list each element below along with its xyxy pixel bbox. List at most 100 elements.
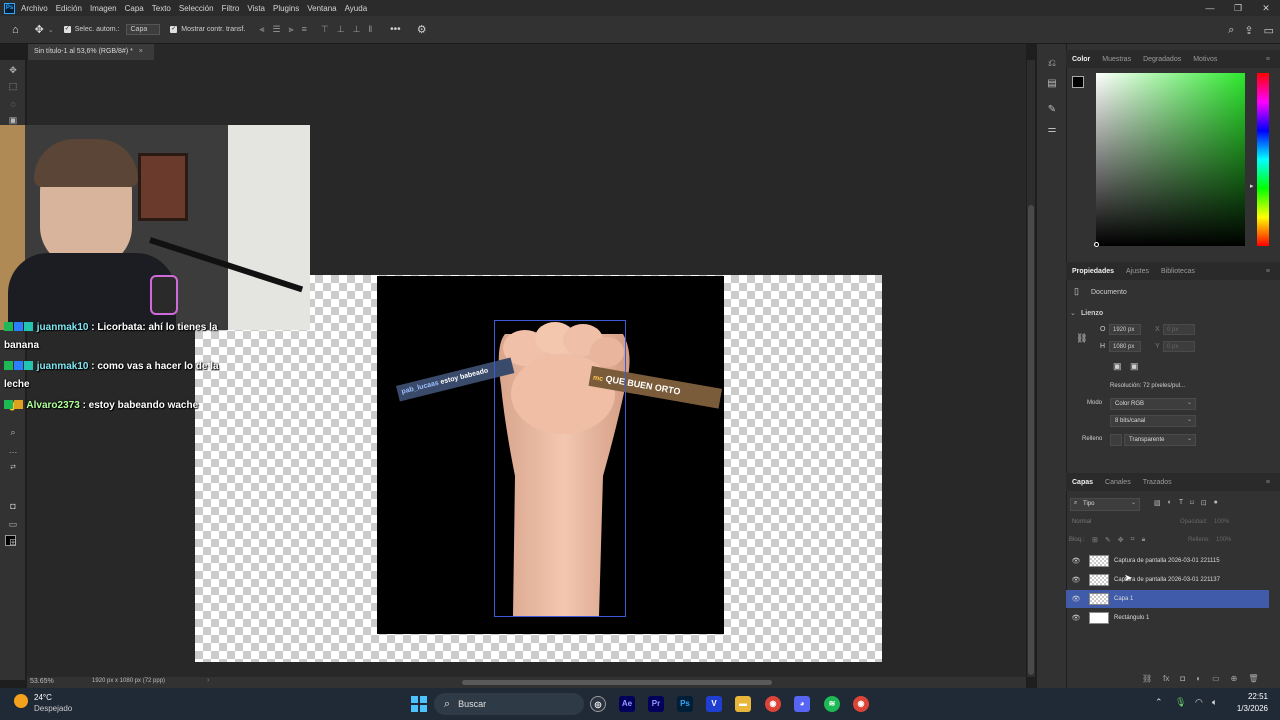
move-tool-icon[interactable]: ✥ — [35, 23, 44, 36]
tray-mic-icon[interactable]: 🎙︎ — [1175, 697, 1186, 708]
discord-icon[interactable]: ◕ — [794, 696, 810, 712]
auto-select-dropdown[interactable]: Capa — [125, 24, 161, 35]
spotify-icon[interactable]: ≋ — [824, 696, 840, 712]
tray-chevron-icon[interactable]: ⌃ — [1155, 697, 1163, 708]
tab-ajustes[interactable]: Ajustes — [1120, 268, 1155, 275]
move-tool-icon[interactable]: ✥ — [6, 64, 20, 76]
weather-condition[interactable]: Despejado — [34, 704, 72, 713]
visibility-eye-icon[interactable]: 👁︎ — [1071, 557, 1081, 565]
auto-select-checkbox[interactable]: ✓ Selec. autom.: — [63, 26, 120, 33]
weather-sun-icon[interactable] — [14, 694, 28, 708]
tab-bibliotecas[interactable]: Bibliotecas — [1155, 268, 1201, 275]
hue-slider[interactable] — [1257, 73, 1269, 246]
y-field[interactable]: 0 px — [1163, 341, 1195, 352]
clock-time[interactable]: 22:51 — [1234, 692, 1268, 701]
panel-menu-icon[interactable]: ≡ — [1260, 268, 1276, 275]
chrome-profile-icon[interactable]: ◉ — [853, 696, 869, 712]
screen-mode-icon[interactable]: ▭ — [6, 518, 20, 530]
filter-pixel-icon[interactable]: ▧ — [1154, 499, 1161, 507]
chrome-icon[interactable]: ◉ — [765, 696, 781, 712]
menu-vista[interactable]: Vista — [247, 4, 265, 13]
zoom-level[interactable]: 53.65% — [30, 678, 54, 685]
filter-toggle-icon[interactable]: ● — [1214, 499, 1218, 507]
search-icon[interactable]: ⌕ — [1228, 24, 1234, 37]
premiere-icon[interactable]: Pr — [648, 696, 664, 712]
adjustment-layer-icon[interactable]: ◐ — [1196, 674, 1201, 683]
layer-filter-select[interactable]: ⌕ Tipo — [1070, 498, 1140, 511]
after-effects-icon[interactable]: Ae — [619, 696, 635, 712]
link-layers-icon[interactable]: ⛓ — [1142, 674, 1152, 683]
menu-ayuda[interactable]: Ayuda — [345, 4, 368, 13]
minimize-button[interactable]: — — [1196, 0, 1224, 16]
visibility-eye-icon[interactable]: 👁︎ — [1071, 595, 1081, 603]
menu-imagen[interactable]: Imagen — [90, 4, 117, 13]
mode-select[interactable]: Color RGB — [1110, 398, 1196, 410]
wifi-icon[interactable]: ◠ — [1195, 697, 1203, 708]
color-picker-field[interactable] — [1096, 73, 1245, 246]
edit-toolbar-icon[interactable]: ⊞ — [6, 536, 20, 548]
align-center-icon[interactable]: ☰ — [273, 24, 281, 35]
tab-canales[interactable]: Canales — [1099, 479, 1137, 486]
distribute-icon[interactable]: ≡ — [302, 24, 307, 35]
share-icon[interactable]: ⇪ — [1244, 24, 1253, 37]
new-layer-icon[interactable]: ⊕ — [1231, 674, 1238, 683]
more-options-button[interactable]: ••• — [390, 24, 401, 35]
layer-row[interactable]: 👁︎ Rectángulo 1 — [1066, 609, 1269, 627]
vegas-icon[interactable]: V — [706, 696, 722, 712]
menu-ventana[interactable]: Ventana — [307, 4, 336, 13]
horizontal-scrollbar-thumb[interactable] — [462, 680, 772, 685]
chevron-down-icon[interactable]: ⌄ — [48, 26, 54, 34]
filter-shape-icon[interactable]: ⌑ — [1190, 499, 1194, 507]
layer-style-icon[interactable]: fx — [1163, 674, 1169, 683]
lock-paint-icon[interactable]: ✎ — [1105, 536, 1111, 544]
zoom-tool-icon[interactable]: ⌕ — [6, 426, 20, 438]
menu-texto[interactable]: Texto — [152, 4, 171, 13]
weather-temperature[interactable]: 24°C — [34, 693, 52, 702]
lock-all-icon[interactable]: 🔒︎ — [1142, 536, 1146, 544]
foreground-color-chip[interactable] — [1072, 76, 1084, 88]
tab-motivos[interactable]: Motivos — [1187, 56, 1223, 63]
volume-icon[interactable]: 🔈︎ — [1212, 697, 1217, 708]
fill-select[interactable]: Transparente — [1124, 434, 1196, 446]
tab-degradados[interactable]: Degradados — [1137, 56, 1187, 63]
document-tab[interactable]: Sin título-1 al 53,6% (RGB/8#) * × — [28, 44, 154, 60]
lock-artboard-icon[interactable]: ⌗ — [1131, 536, 1135, 544]
collapse-chevron-icon[interactable]: ⌄ — [1070, 309, 1076, 317]
panel-menu-icon[interactable]: ≡ — [1260, 479, 1276, 486]
filter-smart-icon[interactable]: ⊡ — [1201, 499, 1207, 507]
menu-plugins[interactable]: Plugins — [273, 4, 299, 13]
menu-filtro[interactable]: Filtro — [222, 4, 240, 13]
file-explorer-icon[interactable]: ▬ — [735, 696, 751, 712]
vertical-scrollbar-thumb[interactable] — [1028, 205, 1034, 675]
lasso-tool-icon[interactable]: ◌ — [6, 98, 20, 110]
align-middle-icon[interactable]: ⊥ — [337, 24, 345, 35]
settings-gear-icon[interactable]: ⚙ — [417, 23, 427, 36]
more-tools-icon[interactable]: … — [6, 444, 20, 456]
link-icon[interactable]: ⛓ — [1076, 333, 1087, 344]
color-picker-cursor[interactable] — [1094, 242, 1099, 247]
sliders-icon[interactable]: ⚌ — [1046, 124, 1058, 136]
hue-slider-handle-icon[interactable]: ▸ — [1250, 182, 1254, 190]
recorder-app-icon[interactable]: ◎ — [590, 696, 606, 712]
marquee-tool-icon[interactable]: ⬚ — [6, 80, 20, 92]
height-field[interactable]: 1080 px — [1109, 341, 1141, 352]
fill-swatch[interactable] — [1110, 434, 1122, 446]
layer-row-selected[interactable]: 👁︎ Capa 1 — [1066, 590, 1269, 608]
delete-layer-icon[interactable]: 🗑︎ — [1248, 674, 1258, 683]
history-icon[interactable]: ⎌ — [1046, 58, 1058, 70]
tab-propiedades[interactable]: Propiedades — [1066, 268, 1120, 275]
filter-text-icon[interactable]: T — [1179, 499, 1183, 507]
align-top-icon[interactable]: ⊤ — [321, 24, 329, 35]
swap-colors-icon[interactable]: ⇄ — [6, 462, 20, 474]
opacity-value[interactable]: 100% — [1214, 519, 1229, 525]
menu-seleccion[interactable]: Selección — [179, 4, 214, 13]
menu-archivo[interactable]: Archivo — [21, 4, 48, 13]
brush-icon[interactable]: ✎ — [1046, 104, 1058, 116]
close-tab-icon[interactable]: × — [139, 48, 143, 55]
new-group-icon[interactable]: ▭ — [1212, 674, 1220, 683]
tab-capas[interactable]: Capas — [1066, 479, 1099, 486]
tab-muestras[interactable]: Muestras — [1096, 56, 1137, 63]
align-left-icon[interactable]: ⫷ — [259, 24, 264, 35]
tab-trazados[interactable]: Trazados — [1137, 479, 1178, 486]
close-button[interactable]: ✕ — [1252, 0, 1280, 16]
